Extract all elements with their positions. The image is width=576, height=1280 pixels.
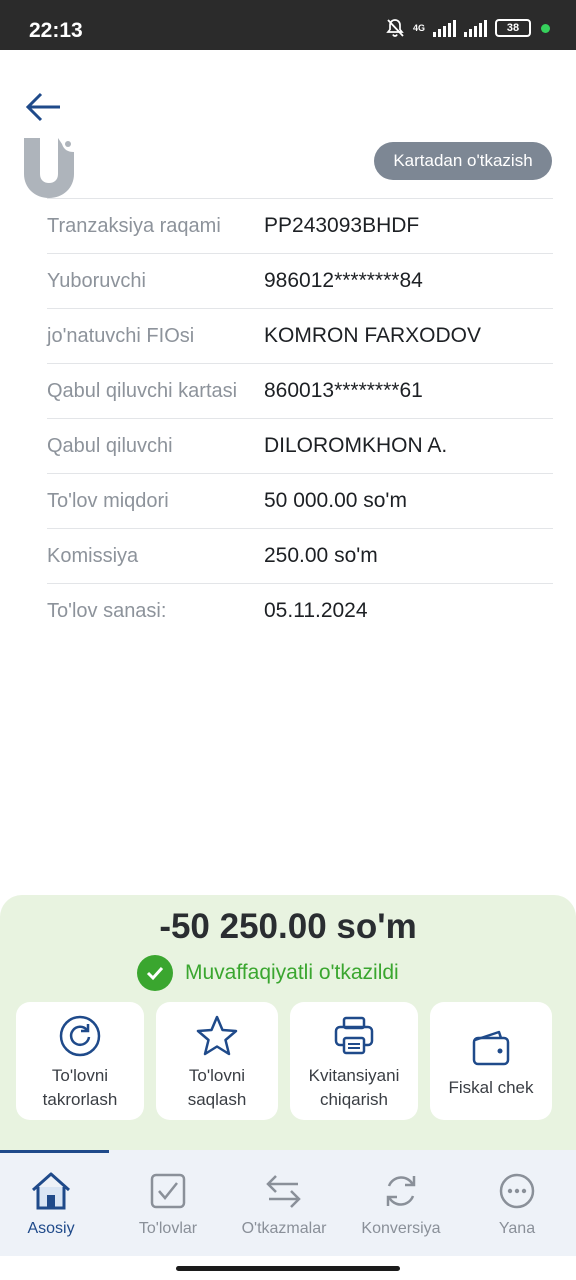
repeat-icon [58, 1014, 102, 1058]
arrow-left-icon [25, 92, 60, 122]
gesture-bar [0, 1256, 576, 1280]
detail-label: jo'natuvchi FIOsi [47, 325, 195, 347]
detail-value: PP243093BHDF [264, 214, 420, 237]
detail-value: 986012********84 [264, 269, 423, 292]
success-check-icon [137, 955, 173, 991]
detail-label: To'lov miqdori [47, 490, 169, 512]
action-label: To'lovni takrorlash [42, 1066, 118, 1109]
network-type: 4G [412, 22, 425, 33]
nav-label: To'lovlar [138, 1220, 198, 1237]
printer-icon [332, 1014, 376, 1058]
privacy-dot-icon [541, 23, 550, 33]
success-status-text: Muvaffaqiyatli o'tkazildi [185, 961, 399, 984]
detail-row: Qabul qiluvchi kartasi 860013********61 [47, 363, 553, 418]
nav-label: O'tkazmalar [241, 1220, 327, 1237]
back-button[interactable] [24, 90, 64, 124]
action-label: Fiskal chek [448, 1078, 534, 1097]
detail-row: Komissiya 250.00 so'm [47, 528, 553, 583]
signal-icon-2 [464, 19, 487, 37]
checkbox-icon [113, 1168, 223, 1214]
refresh-icon [346, 1168, 456, 1214]
save-payment-button[interactable]: To'lovni saqlash [156, 1002, 278, 1120]
detail-label: Komissiya [47, 545, 139, 567]
nav-item-transfers[interactable]: O'tkazmalar [229, 1168, 339, 1238]
detail-row: Tranzaksiya raqami PP243093BHDF [47, 198, 553, 253]
detail-value: 860013********61 [264, 379, 423, 402]
detail-row: jo'natuvchi FIOsi KOMRON FARXODOV [47, 308, 553, 363]
action-label: Kvitansiyani chiqarish [308, 1066, 400, 1109]
transfer-type-badge: Kartadan o'tkazish [374, 142, 552, 180]
detail-value: 50 000.00 so'm [264, 489, 407, 512]
detail-row: Yuboruvchi 986012********84 [47, 253, 553, 308]
nav-item-conversion[interactable]: Konversiya [346, 1168, 456, 1238]
wallet-icon [469, 1026, 513, 1070]
total-amount: -50 250.00 so'm [159, 907, 417, 946]
star-icon [195, 1014, 239, 1058]
detail-value: 05.11.2024 [264, 599, 368, 622]
repeat-payment-button[interactable]: To'lovni takrorlash [16, 1002, 144, 1120]
detail-value: KOMRON FARXODOV [264, 324, 482, 347]
detail-label: Tranzaksiya raqami [47, 215, 221, 237]
home-icon [0, 1168, 106, 1214]
detail-label: Qabul qiluvchi kartasi [47, 380, 238, 402]
transfer-arrows-icon [229, 1168, 339, 1214]
success-status: Muvaffaqiyatli o'tkazildi [137, 955, 399, 991]
detail-row: Qabul qiluvchi DILOROMKHON A. [47, 418, 553, 473]
detail-label: To'lov sanasi: [47, 600, 167, 622]
nav-label: Yana [498, 1220, 536, 1237]
nav-item-home[interactable]: Asosiy [0, 1168, 106, 1238]
mute-bell-icon [386, 19, 404, 37]
detail-label: Qabul qiluvchi [47, 435, 173, 457]
print-receipt-button[interactable]: Kvitansiyani chiqarish [290, 1002, 418, 1120]
detail-row: To'lov sanasi: 05.11.2024 [47, 583, 553, 638]
bottom-navigation: Asosiy To'lovlar O'tkazmalar Konversiya … [0, 1150, 576, 1256]
nav-label: Konversiya [361, 1220, 441, 1237]
detail-value: DILOROMKHON A. [264, 434, 448, 457]
signal-icon [433, 19, 456, 37]
action-label: To'lovni saqlash [187, 1066, 247, 1109]
status-icons: 4G 38 [385, 18, 550, 38]
active-tab-indicator [0, 1150, 109, 1153]
status-bar: 22:13 4G 38 [0, 0, 576, 50]
bank-logo [22, 138, 76, 198]
action-buttons: To'lovni takrorlash To'lovni saqlash Kvi… [16, 1002, 552, 1120]
nav-item-more[interactable]: Yana [462, 1168, 572, 1238]
status-time: 22:13 [29, 19, 83, 42]
fiscal-check-button[interactable]: Fiskal chek [430, 1002, 552, 1120]
nav-item-payments[interactable]: To'lovlar [113, 1168, 223, 1238]
transaction-details: Tranzaksiya raqami PP243093BHDF Yuboruvch… [47, 198, 553, 638]
battery-icon: 38 [495, 19, 531, 37]
detail-row: To'lov miqdori 50 000.00 so'm [47, 473, 553, 528]
detail-label: Yuboruvchi [47, 270, 146, 292]
detail-value: 250.00 so'm [264, 544, 378, 567]
nav-label: Asosiy [27, 1220, 75, 1237]
more-icon [462, 1168, 572, 1214]
payment-summary-panel: -50 250.00 so'm Muvaffaqiyatli o'tkazild… [0, 895, 576, 1155]
